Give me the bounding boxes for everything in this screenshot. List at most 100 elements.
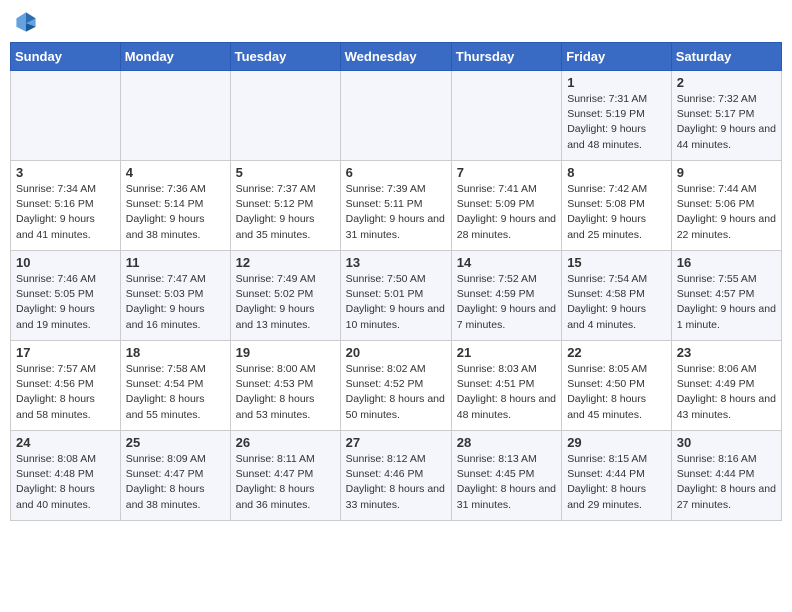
calendar-day-cell: 21 Sunrise: 8:03 AM Sunset: 4:51 PM Dayli…	[451, 341, 561, 431]
day-info: Sunrise: 7:44 AM Sunset: 5:06 PM Dayligh…	[677, 182, 776, 243]
day-number: 8	[567, 165, 666, 180]
calendar-day-cell: 30 Sunrise: 8:16 AM Sunset: 4:44 PM Dayli…	[671, 431, 781, 521]
calendar-day-cell: 26Sunrise: 8:11 AM Sunset: 4:47 PM Dayli…	[230, 431, 340, 521]
calendar-day-cell: 13 Sunrise: 7:50 AM Sunset: 5:01 PM Dayli…	[340, 251, 451, 341]
day-number: 1	[567, 75, 666, 90]
calendar-day-cell: 23 Sunrise: 8:06 AM Sunset: 4:49 PM Dayli…	[671, 341, 781, 431]
day-number: 12	[236, 255, 335, 270]
day-number: 18	[126, 345, 225, 360]
day-info: Sunrise: 7:54 AM Sunset: 4:58 PM Dayligh…	[567, 272, 666, 333]
calendar-day-cell: 2 Sunrise: 7:32 AM Sunset: 5:17 PM Daylig…	[671, 71, 781, 161]
calendar-day-cell: 17 Sunrise: 7:57 AM Sunset: 4:56 PM Dayli…	[11, 341, 121, 431]
day-number: 27	[346, 435, 446, 450]
calendar-day-cell: 7Sunrise: 7:41 AM Sunset: 5:09 PM Daylig…	[451, 161, 561, 251]
day-info: Sunrise: 8:11 AM Sunset: 4:47 PM Dayligh…	[236, 452, 335, 513]
calendar-day-cell: 20Sunrise: 8:02 AM Sunset: 4:52 PM Dayli…	[340, 341, 451, 431]
day-info: Sunrise: 7:57 AM Sunset: 4:56 PM Dayligh…	[16, 362, 115, 423]
weekday-header-row: SundayMondayTuesdayWednesdayThursdayFrid…	[11, 43, 782, 71]
logo	[14, 10, 40, 34]
day-info: Sunrise: 7:58 AM Sunset: 4:54 PM Dayligh…	[126, 362, 225, 423]
calendar-day-cell: 10Sunrise: 7:46 AM Sunset: 5:05 PM Dayli…	[11, 251, 121, 341]
calendar-week-row: 1 Sunrise: 7:31 AM Sunset: 5:19 PM Daylig…	[11, 71, 782, 161]
calendar-day-cell	[340, 71, 451, 161]
calendar-day-cell: 27 Sunrise: 8:12 AM Sunset: 4:46 PM Dayli…	[340, 431, 451, 521]
weekday-header-cell: Tuesday	[230, 43, 340, 71]
calendar-day-cell: 12Sunrise: 7:49 AM Sunset: 5:02 PM Dayli…	[230, 251, 340, 341]
weekday-header-cell: Thursday	[451, 43, 561, 71]
day-info: Sunrise: 7:32 AM Sunset: 5:17 PM Dayligh…	[677, 92, 776, 153]
calendar-day-cell: 29 Sunrise: 8:15 AM Sunset: 4:44 PM Dayli…	[562, 431, 672, 521]
day-info: Sunrise: 7:31 AM Sunset: 5:19 PM Dayligh…	[567, 92, 666, 153]
weekday-header-cell: Saturday	[671, 43, 781, 71]
day-number: 29	[567, 435, 666, 450]
calendar-day-cell: 18 Sunrise: 7:58 AM Sunset: 4:54 PM Dayli…	[120, 341, 230, 431]
calendar-day-cell: 3 Sunrise: 7:34 AM Sunset: 5:16 PM Daylig…	[11, 161, 121, 251]
day-info: Sunrise: 7:36 AM Sunset: 5:14 PM Dayligh…	[126, 182, 225, 243]
day-info: Sunrise: 7:39 AM Sunset: 5:11 PM Dayligh…	[346, 182, 446, 243]
day-number: 24	[16, 435, 115, 450]
calendar-table: SundayMondayTuesdayWednesdayThursdayFrid…	[10, 42, 782, 521]
day-number: 10	[16, 255, 115, 270]
day-number: 21	[457, 345, 556, 360]
day-info: Sunrise: 8:00 AM Sunset: 4:53 PM Dayligh…	[236, 362, 335, 423]
calendar-body: 1 Sunrise: 7:31 AM Sunset: 5:19 PM Daylig…	[11, 71, 782, 521]
calendar-day-cell: 9Sunrise: 7:44 AM Sunset: 5:06 PM Daylig…	[671, 161, 781, 251]
calendar-day-cell: 25 Sunrise: 8:09 AM Sunset: 4:47 PM Dayli…	[120, 431, 230, 521]
calendar-day-cell: 8 Sunrise: 7:42 AM Sunset: 5:08 PM Daylig…	[562, 161, 672, 251]
calendar-day-cell: 6 Sunrise: 7:39 AM Sunset: 5:11 PM Daylig…	[340, 161, 451, 251]
calendar-day-cell	[11, 71, 121, 161]
day-number: 15	[567, 255, 666, 270]
calendar-day-cell: 5Sunrise: 7:37 AM Sunset: 5:12 PM Daylig…	[230, 161, 340, 251]
day-info: Sunrise: 7:50 AM Sunset: 5:01 PM Dayligh…	[346, 272, 446, 333]
day-info: Sunrise: 8:09 AM Sunset: 4:47 PM Dayligh…	[126, 452, 225, 513]
calendar-week-row: 10Sunrise: 7:46 AM Sunset: 5:05 PM Dayli…	[11, 251, 782, 341]
day-info: Sunrise: 8:06 AM Sunset: 4:49 PM Dayligh…	[677, 362, 776, 423]
day-number: 6	[346, 165, 446, 180]
calendar-week-row: 24Sunrise: 8:08 AM Sunset: 4:48 PM Dayli…	[11, 431, 782, 521]
calendar-day-cell: 15 Sunrise: 7:54 AM Sunset: 4:58 PM Dayli…	[562, 251, 672, 341]
calendar-day-cell: 11 Sunrise: 7:47 AM Sunset: 5:03 PM Dayli…	[120, 251, 230, 341]
page-header	[10, 10, 782, 34]
day-number: 4	[126, 165, 225, 180]
calendar-day-cell: 1 Sunrise: 7:31 AM Sunset: 5:19 PM Daylig…	[562, 71, 672, 161]
calendar-day-cell: 16 Sunrise: 7:55 AM Sunset: 4:57 PM Dayli…	[671, 251, 781, 341]
day-number: 3	[16, 165, 115, 180]
logo-icon	[14, 10, 38, 34]
day-info: Sunrise: 8:15 AM Sunset: 4:44 PM Dayligh…	[567, 452, 666, 513]
weekday-header-cell: Wednesday	[340, 43, 451, 71]
day-info: Sunrise: 8:16 AM Sunset: 4:44 PM Dayligh…	[677, 452, 776, 513]
day-number: 11	[126, 255, 225, 270]
day-number: 23	[677, 345, 776, 360]
calendar-week-row: 3 Sunrise: 7:34 AM Sunset: 5:16 PM Daylig…	[11, 161, 782, 251]
calendar-week-row: 17 Sunrise: 7:57 AM Sunset: 4:56 PM Dayli…	[11, 341, 782, 431]
day-info: Sunrise: 8:05 AM Sunset: 4:50 PM Dayligh…	[567, 362, 666, 423]
day-number: 19	[236, 345, 335, 360]
day-number: 30	[677, 435, 776, 450]
day-number: 13	[346, 255, 446, 270]
calendar-day-cell: 28 Sunrise: 8:13 AM Sunset: 4:45 PM Dayli…	[451, 431, 561, 521]
day-info: Sunrise: 8:03 AM Sunset: 4:51 PM Dayligh…	[457, 362, 556, 423]
day-number: 2	[677, 75, 776, 90]
day-info: Sunrise: 8:12 AM Sunset: 4:46 PM Dayligh…	[346, 452, 446, 513]
day-number: 17	[16, 345, 115, 360]
day-info: Sunrise: 8:13 AM Sunset: 4:45 PM Dayligh…	[457, 452, 556, 513]
weekday-header-cell: Friday	[562, 43, 672, 71]
weekday-header-cell: Sunday	[11, 43, 121, 71]
day-info: Sunrise: 7:55 AM Sunset: 4:57 PM Dayligh…	[677, 272, 776, 333]
day-number: 16	[677, 255, 776, 270]
day-number: 28	[457, 435, 556, 450]
calendar-day-cell: 19 Sunrise: 8:00 AM Sunset: 4:53 PM Dayli…	[230, 341, 340, 431]
day-number: 14	[457, 255, 556, 270]
day-number: 22	[567, 345, 666, 360]
calendar-day-cell	[451, 71, 561, 161]
calendar-day-cell	[230, 71, 340, 161]
calendar-day-cell	[120, 71, 230, 161]
day-info: Sunrise: 7:37 AM Sunset: 5:12 PM Dayligh…	[236, 182, 335, 243]
day-info: Sunrise: 7:34 AM Sunset: 5:16 PM Dayligh…	[16, 182, 115, 243]
day-number: 25	[126, 435, 225, 450]
day-info: Sunrise: 7:42 AM Sunset: 5:08 PM Dayligh…	[567, 182, 666, 243]
day-number: 20	[346, 345, 446, 360]
day-info: Sunrise: 7:52 AM Sunset: 4:59 PM Dayligh…	[457, 272, 556, 333]
calendar-day-cell: 4 Sunrise: 7:36 AM Sunset: 5:14 PM Daylig…	[120, 161, 230, 251]
day-info: Sunrise: 7:47 AM Sunset: 5:03 PM Dayligh…	[126, 272, 225, 333]
